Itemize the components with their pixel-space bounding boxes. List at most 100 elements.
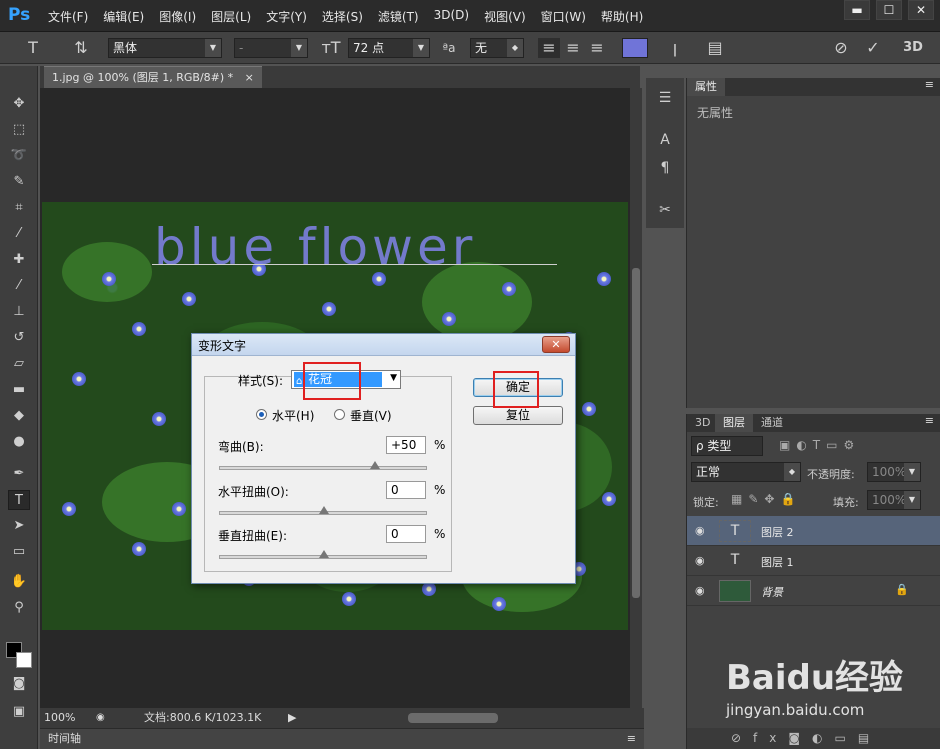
horizontal-scrollbar-thumb[interactable] [408, 713, 498, 723]
bend-input[interactable]: +50 [386, 436, 426, 454]
marquee-tool-icon[interactable]: ⬚ [8, 120, 30, 140]
eraser-tool-icon[interactable]: ▱ [8, 354, 30, 374]
paragraph-panel-icon[interactable]: ¶ [654, 160, 676, 176]
antialias-select[interactable]: 无 ◆ [470, 38, 524, 58]
visibility-eye-icon[interactable]: ◉ [695, 554, 705, 567]
warp-text-icon[interactable]: ꞁ [664, 38, 686, 58]
horizontal-radio[interactable] [256, 409, 267, 420]
lasso-tool-icon[interactable]: ➰ [8, 146, 30, 166]
zoom-level[interactable]: 100% [44, 708, 75, 728]
vertical-scrollbar[interactable] [630, 88, 642, 708]
menu-window[interactable]: 窗口(W) [541, 8, 586, 25]
text-orientation-icon[interactable]: ⇅ [70, 38, 92, 58]
warped-text-layer[interactable]: blue flower [154, 218, 476, 276]
history-brush-tool-icon[interactable]: ↺ [8, 328, 30, 348]
cancel-icon[interactable]: ⊘ [830, 38, 852, 58]
v-distort-slider-handle[interactable] [319, 550, 329, 558]
layer-row[interactable]: ◉ T 图层 2 [687, 516, 940, 546]
menu-edit[interactable]: 编辑(E) [103, 8, 144, 25]
tab-channels[interactable]: 通道 [753, 414, 791, 432]
align-center-icon[interactable]: ≡ [562, 38, 584, 58]
tool-presets-icon[interactable]: ✂ [654, 202, 676, 218]
fill-field[interactable]: 100% ▼ [867, 490, 921, 510]
h-distort-slider[interactable] [219, 506, 427, 515]
panel-menu-icon[interactable]: ≡ [627, 729, 636, 749]
reset-button[interactable]: 复位 [473, 406, 563, 425]
quick-select-tool-icon[interactable]: ✎ [8, 172, 30, 192]
font-style-select[interactable]: - ▼ [234, 38, 308, 58]
character-panel-icon[interactable]: A [654, 132, 676, 148]
type-tool-icon[interactable]: T [8, 490, 30, 510]
dodge-tool-icon[interactable]: ● [8, 432, 30, 452]
document-tab[interactable]: 1.jpg @ 100% (图层 1, RGB/8#) * × [44, 66, 262, 88]
v-distort-input[interactable]: 0 [386, 525, 426, 543]
menu-help[interactable]: 帮助(H) [601, 8, 643, 25]
menu-file[interactable]: 文件(F) [48, 8, 88, 25]
rectangle-tool-icon[interactable]: ▭ [8, 542, 30, 562]
layer-row[interactable]: ◉ T 图层 1 [687, 546, 940, 576]
hand-tool-icon[interactable]: ✋ [8, 572, 30, 592]
menu-select[interactable]: 选择(S) [322, 8, 363, 25]
eyedropper-tool-icon[interactable]: ⁄ [8, 224, 30, 244]
layers-footer-icons[interactable]: ⊘fx◙◐▭▤ [687, 728, 940, 749]
tab-properties[interactable]: 属性 [687, 78, 725, 96]
h-distort-input[interactable]: 0 [386, 481, 426, 499]
filter-icons[interactable]: ▣◐T▭⚙ [779, 438, 860, 452]
commit-check-icon[interactable]: ✓ [862, 38, 884, 58]
blend-mode-select[interactable]: 正常 ◆ [691, 462, 801, 482]
type-tool-icon[interactable]: T [22, 38, 44, 58]
tab-3d[interactable]: 3D [687, 414, 718, 432]
layer-name[interactable]: 图层 1 [761, 554, 794, 570]
h-distort-slider-handle[interactable] [319, 506, 329, 514]
layer-name[interactable]: 背景 [761, 584, 783, 600]
character-panel-icon[interactable]: ▤ [704, 38, 726, 58]
panel-menu-icon[interactable]: ≡ [925, 78, 934, 91]
3d-button[interactable]: 3D [898, 38, 928, 58]
visibility-eye-icon[interactable]: ◉ [695, 524, 705, 537]
menu-image[interactable]: 图像(I) [159, 8, 196, 25]
status-menu-icon[interactable]: ◉ [96, 708, 105, 728]
bend-slider-handle[interactable] [370, 461, 380, 469]
layer-name[interactable]: 图层 2 [761, 524, 794, 540]
timeline-label[interactable]: 时间轴 [48, 729, 81, 749]
status-arrow-icon[interactable]: ▶ [288, 708, 296, 728]
menu-view[interactable]: 视图(V) [484, 8, 526, 25]
menu-layer[interactable]: 图层(L) [211, 8, 251, 25]
menu-type[interactable]: 文字(Y) [266, 8, 307, 25]
horizontal-label[interactable]: 水平(H) [272, 407, 314, 424]
opacity-field[interactable]: 100% ▼ [867, 462, 921, 482]
scrollbar-thumb[interactable] [632, 268, 640, 598]
close-icon[interactable]: ✕ [542, 336, 570, 353]
path-selection-tool-icon[interactable]: ➤ [8, 516, 30, 536]
text-color-swatch[interactable] [622, 38, 648, 58]
vertical-radio[interactable] [334, 409, 345, 420]
font-size-select[interactable]: 72 点 ▼ [348, 38, 430, 58]
brush-tool-icon[interactable]: ⁄ [8, 276, 30, 296]
panel-menu-icon[interactable]: ≡ [925, 414, 934, 427]
background-color-swatch[interactable] [16, 652, 32, 668]
screen-mode-icon[interactable]: ▣ [8, 702, 30, 722]
vertical-label[interactable]: 垂直(V) [350, 407, 392, 424]
gradient-tool-icon[interactable]: ▬ [8, 380, 30, 400]
move-tool-icon[interactable]: ✥ [8, 94, 30, 114]
layer-filter-select[interactable]: ρ 类型 [691, 436, 763, 456]
history-panel-icon[interactable]: ☰ [654, 90, 676, 106]
quick-mask-icon[interactable]: ◙ [8, 674, 30, 694]
tab-layers[interactable]: 图层 [715, 414, 753, 432]
lock-icons[interactable]: ▦✎✥🔒 [731, 492, 801, 506]
crop-tool-icon[interactable]: ⌗ [8, 198, 30, 218]
close-icon[interactable]: × [245, 71, 254, 84]
close-button[interactable]: ✕ [908, 0, 934, 20]
menu-3d[interactable]: 3D(D) [434, 8, 469, 25]
clone-stamp-tool-icon[interactable]: ⊥ [8, 302, 30, 322]
v-distort-slider[interactable] [219, 550, 427, 559]
healing-brush-tool-icon[interactable]: ✚ [8, 250, 30, 270]
zoom-tool-icon[interactable]: ⚲ [8, 598, 30, 618]
bend-slider[interactable] [219, 461, 427, 470]
visibility-eye-icon[interactable]: ◉ [695, 584, 705, 597]
maximize-button[interactable]: ☐ [876, 0, 902, 20]
layer-row[interactable]: ◉ 背景 🔒 [687, 576, 940, 606]
minimize-button[interactable]: ▬ [844, 0, 870, 20]
align-left-icon[interactable]: ≡ [538, 38, 560, 58]
blur-tool-icon[interactable]: ◆ [8, 406, 30, 426]
